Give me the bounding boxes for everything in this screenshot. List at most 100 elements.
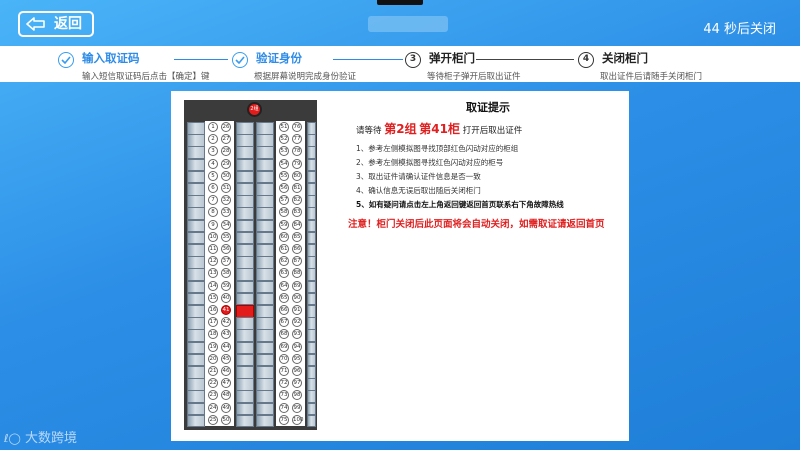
step-title: 关闭柜门: [602, 51, 648, 65]
cabinet-door: [256, 329, 274, 342]
cabinet-door: [187, 378, 205, 391]
step-title: 输入取证码: [82, 51, 140, 65]
cabinet-number-badge: 99: [292, 402, 302, 413]
cabinet-door: [307, 292, 316, 306]
cabinet-door: [307, 244, 316, 257]
cabinet-door: [236, 122, 254, 135]
camera-notch: [377, 0, 423, 5]
step-connector: [174, 59, 228, 60]
cabinet-door: [187, 268, 205, 281]
cabinet-door: [307, 390, 316, 403]
cabinet-door: [187, 183, 205, 196]
cabinet-number-badge: 40: [221, 292, 231, 303]
cabinet-door: [256, 353, 274, 367]
instruction-item: 5、如有疑问请点击左上角返回键返回首页联系右下角故障热线: [356, 200, 564, 209]
cabinet-door: [187, 305, 205, 318]
cabinet-number-badge: 64: [279, 280, 289, 291]
cabinet-door: [256, 207, 274, 220]
cabinet-number-badge: 96: [292, 366, 302, 376]
cabinet-door: [187, 317, 205, 330]
cabinet-number-badge: 11: [208, 244, 218, 254]
back-button[interactable]: 返回: [18, 11, 94, 37]
cabinet-door: [256, 256, 274, 269]
cabinet-door: [307, 146, 316, 159]
cabinet-door: [187, 134, 205, 147]
cabinet-number-badge: 76: [292, 122, 302, 132]
cabinet-door: [307, 195, 316, 208]
cabinet-door: [256, 390, 274, 403]
cabinet-number-badge: 9: [208, 219, 218, 230]
cabinet-door: [236, 317, 254, 330]
cabinet-door: [187, 292, 205, 306]
cabinet-door: [307, 158, 316, 172]
group-number: 第2组: [384, 122, 417, 136]
step-sub: 等待柜子弹开后取出证件: [427, 72, 521, 82]
cabinet-number-badge: 59: [279, 219, 289, 230]
cabinet-number-badge: 65: [279, 292, 289, 303]
cabinet-door: [187, 195, 205, 208]
step-number: 3: [405, 52, 421, 68]
wait-prefix: 请等待: [356, 126, 382, 136]
cabinet-number-badge: 34: [221, 219, 231, 230]
cabinet-door: [256, 244, 274, 257]
cabinet-number-badge: 46: [221, 366, 231, 376]
cabinet-number-badge: 80: [292, 170, 302, 181]
cabinet-number-badge: 54: [279, 158, 289, 169]
wait-message: 请等待 第2组 第41柜 打开后取出证件: [356, 120, 522, 137]
cabinet-door: [307, 122, 316, 135]
cabinet-number-badge: 41: [221, 305, 231, 315]
cabinet-number-badge: 29: [221, 158, 231, 169]
cabinet-door: [236, 170, 254, 184]
cabinet-door: [187, 341, 205, 355]
cabinet-door: [187, 329, 205, 342]
cabinet-door: [236, 329, 254, 342]
cabinet-door: [307, 170, 316, 184]
cabinet-number-badge: 95: [292, 353, 302, 364]
step-sub: 根据屏幕说明完成身份验证: [254, 72, 357, 82]
back-button-label: 返回: [54, 16, 82, 32]
hint-title: 取证提示: [466, 101, 510, 114]
step-progress-bar: 输入取证码 输入短信取证码后点击【确定】键 验证身份 根据屏幕说明完成身份验证 …: [0, 46, 800, 82]
cabinet-number-badge: 81: [292, 183, 302, 193]
cabinet-number-badge: 79: [292, 158, 302, 169]
cabinet-door: [256, 341, 274, 355]
cabinet-door: [236, 207, 254, 220]
cabinet-number-badge: 66: [279, 305, 289, 315]
cabinet-door: [307, 134, 316, 147]
cabinet-door: [187, 122, 205, 135]
logo-icon: ℓ◯: [4, 432, 21, 445]
cabinet-number-badge: 39: [221, 280, 231, 291]
cabinet-number-badge: 19: [208, 341, 218, 352]
cabinet-number-badge: 75: [279, 414, 289, 425]
instruction-item: 1、参考左侧模拟图寻找顶部红色闪动对应的柜组: [356, 144, 519, 153]
group-lamp: 2组: [247, 102, 262, 117]
cabinet-door: [256, 378, 274, 391]
cabinet-door: [256, 183, 274, 196]
cabinet-number-badge: 86: [292, 244, 302, 254]
cabinet-number-badge: 60: [279, 231, 289, 242]
cabinet-door-highlight: [236, 305, 254, 318]
step-sub: 输入短信取证码后点击【确定】键: [82, 72, 210, 82]
cabinet-door: [256, 317, 274, 330]
cabinet-number-badge: 90: [292, 292, 302, 303]
cabinet-door: [307, 317, 316, 330]
cabinet-door: [307, 378, 316, 391]
cabinet-door: [187, 256, 205, 269]
cabinet-door: [236, 244, 254, 257]
cabinet-number-badge: 20: [208, 353, 218, 364]
cabinet-door: [307, 219, 316, 233]
cabinet-number-badge: 70: [279, 353, 289, 364]
cabinet-door: [187, 170, 205, 184]
cabinet-number-badge: 56: [279, 183, 289, 193]
cabinet-door: [256, 292, 274, 306]
cabinet-door: [236, 378, 254, 391]
cabinet-number-badge: 45: [221, 353, 231, 364]
cabinet-number-badge: 91: [292, 305, 302, 315]
cabinet-door: [256, 195, 274, 208]
cabinet-door: [236, 390, 254, 403]
step-sub: 取出证件后请随手关闭柜门: [600, 72, 703, 82]
cabinet-door: [187, 402, 205, 416]
cabinet-door: [236, 134, 254, 147]
cabinet-door: [307, 183, 316, 196]
cabinet-door: [307, 207, 316, 220]
